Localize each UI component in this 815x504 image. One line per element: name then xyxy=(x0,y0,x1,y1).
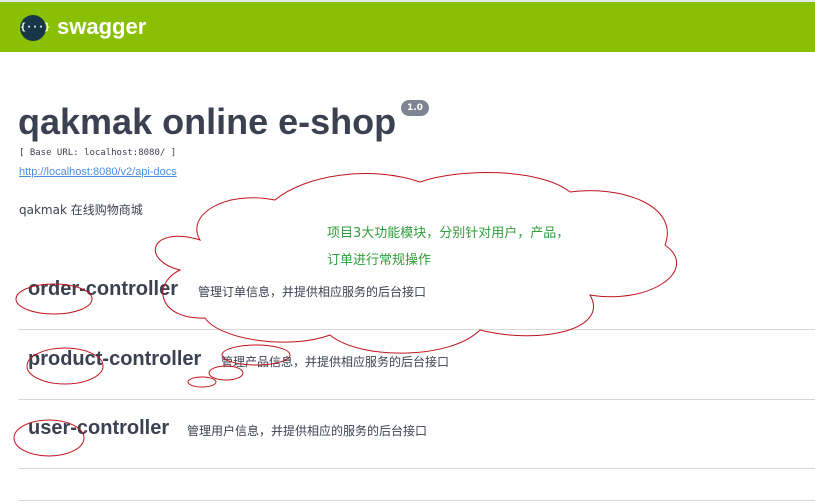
annotation-text-line2: 订单进行常规操作 xyxy=(327,253,432,268)
controller-section-product[interactable]: product-controller 管理产品信息，并提供相应服务的后台接口 xyxy=(18,332,815,400)
controller-description: 管理用户信息，并提供相应的服务的后台接口 xyxy=(187,424,428,438)
swagger-logo-icon[interactable]: {···} xyxy=(20,15,50,41)
divider xyxy=(18,500,815,501)
annotation-text-line1: 项目3大功能模块，分别针对用户，产品， xyxy=(327,226,570,241)
api-title: qakmak online e-shop xyxy=(18,101,397,142)
controller-description: 管理订单信息，并提供相应服务的后台接口 xyxy=(198,285,427,299)
controller-name[interactable]: user-controller xyxy=(28,417,169,440)
controller-description: 管理产品信息，并提供相应服务的后台接口 xyxy=(221,355,450,369)
version-badge: 1.0 xyxy=(401,100,429,116)
api-description: qakmak 在线购物商城 xyxy=(19,203,143,217)
controller-name[interactable]: order-controller xyxy=(28,278,178,301)
top-bar: {···} swagger xyxy=(0,0,815,52)
controller-name[interactable]: product-controller xyxy=(28,348,201,371)
base-url: [ Base URL: localhost:8080/ ] xyxy=(19,148,177,158)
controller-section-order[interactable]: order-controller 管理订单信息，并提供相应服务的后台接口 xyxy=(18,262,815,330)
brand-name[interactable]: swagger xyxy=(57,14,146,40)
api-docs-link[interactable]: http://localhost:8080/v2/api-docs xyxy=(19,166,177,178)
controller-section-user[interactable]: user-controller 管理用户信息，并提供相应的服务的后台接口 xyxy=(18,401,815,469)
